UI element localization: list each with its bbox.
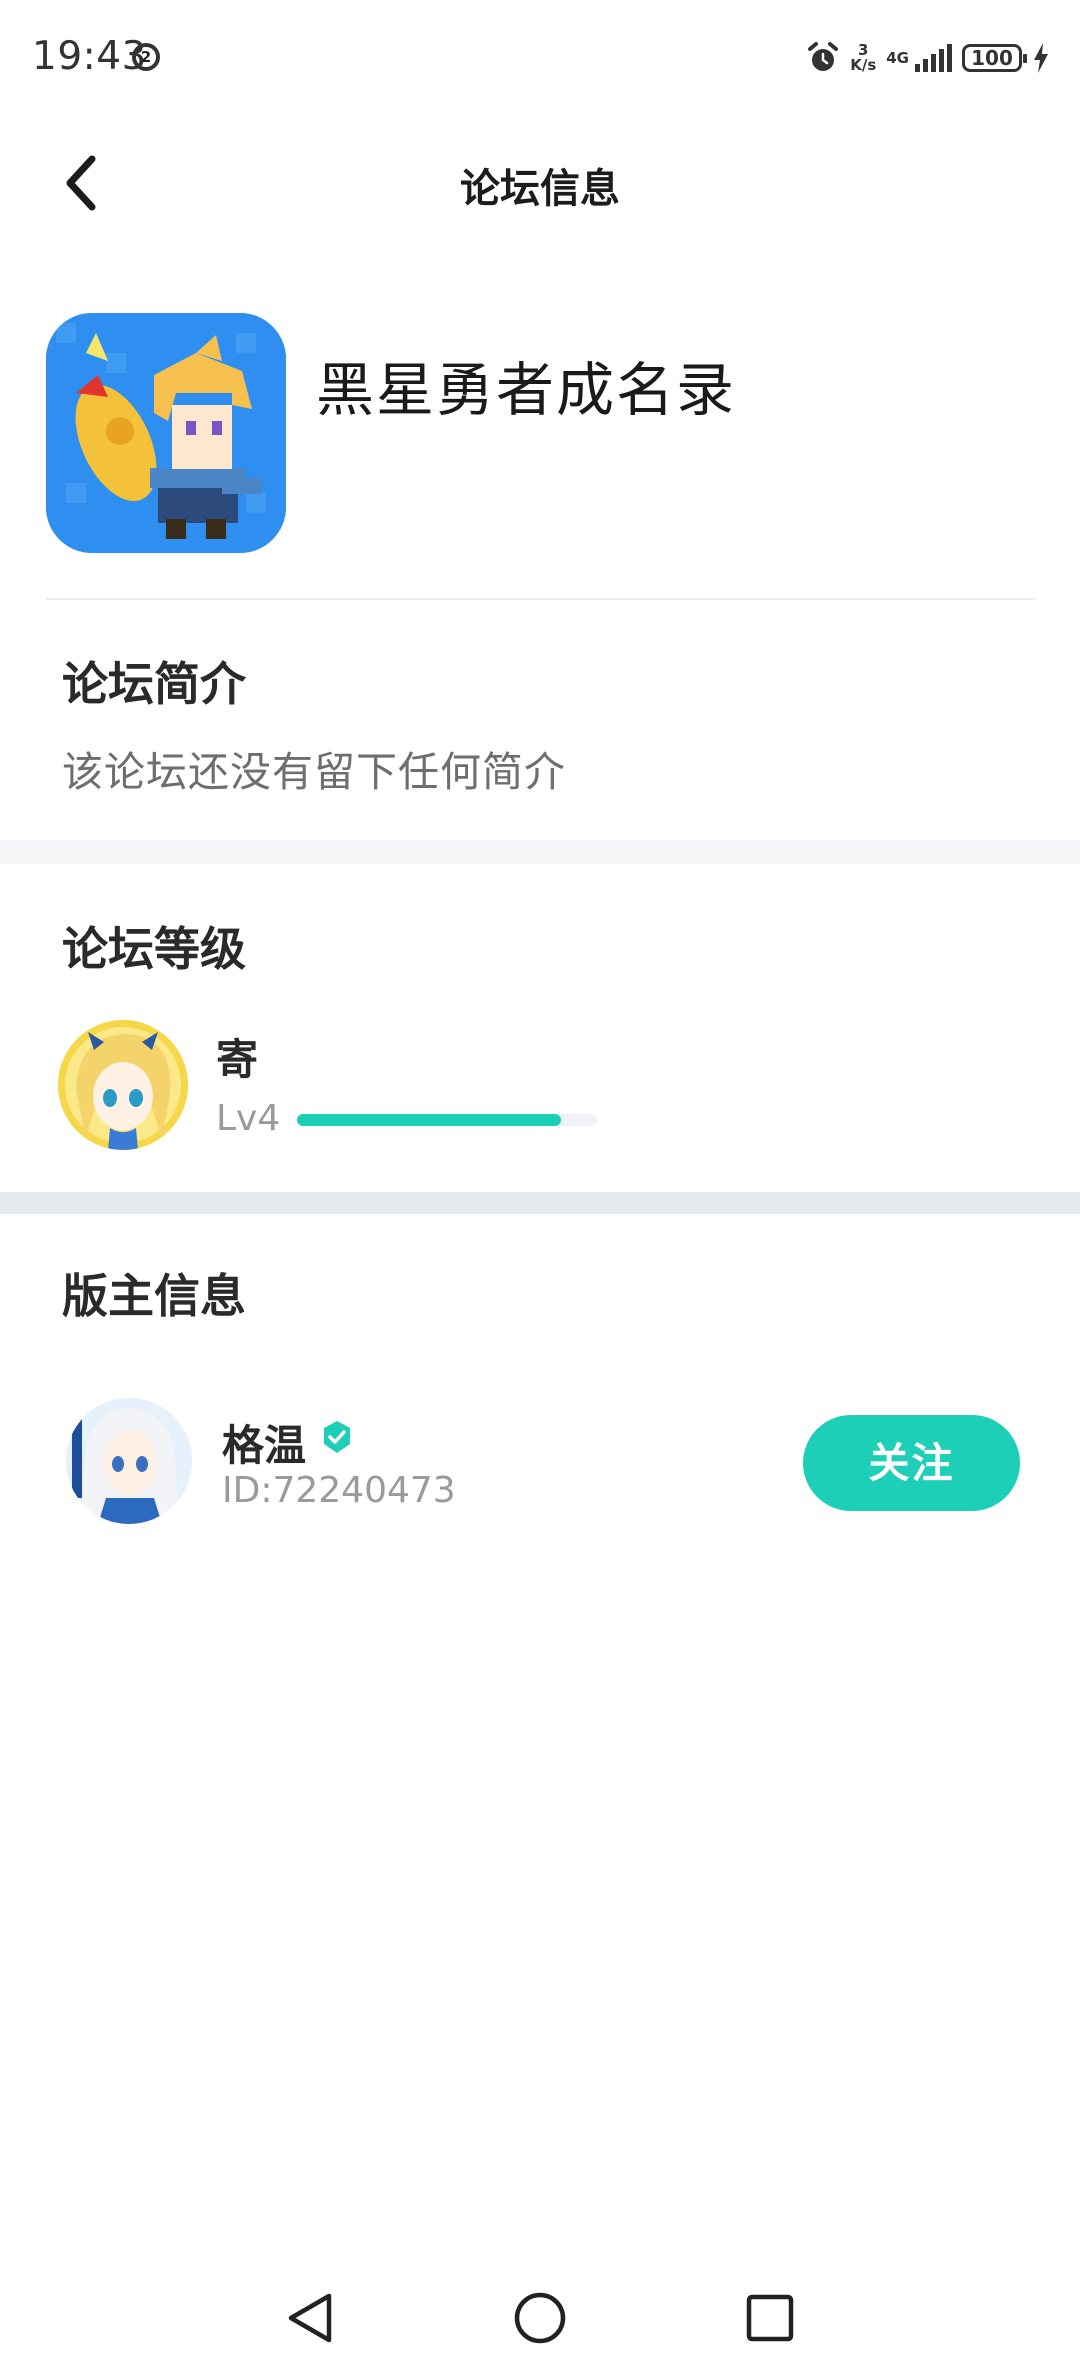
nav-bar: 论坛信息 xyxy=(0,118,1080,248)
status-bar: 19:43 2 3 K/s 4G 100 xyxy=(0,0,1080,118)
section-separator xyxy=(0,840,1080,864)
nav-recent-button[interactable] xyxy=(740,2288,800,2348)
level-label: Lv4 xyxy=(216,1098,281,1139)
user-avatar-image xyxy=(58,1020,188,1150)
network-type: 4G xyxy=(886,49,909,67)
moderator-name: 格温 xyxy=(222,1421,307,1470)
avatar[interactable] xyxy=(58,1020,188,1150)
level-user-name: 寄 xyxy=(216,1035,259,1084)
divider xyxy=(46,598,1036,600)
forum-icon xyxy=(46,313,286,553)
battery-icon: 100 xyxy=(962,44,1027,72)
nav-home-icon xyxy=(514,2292,566,2344)
level-progress-bar xyxy=(297,1114,597,1126)
system-nav-bar xyxy=(0,2260,1080,2376)
signal-icon xyxy=(915,44,952,72)
nav-back-button[interactable] xyxy=(280,2288,340,2348)
nav-home-button[interactable] xyxy=(510,2288,570,2348)
level-title: 论坛等级 xyxy=(62,922,246,976)
alarm-icon xyxy=(808,42,839,71)
status-icons: 3 K/s 4G 100 xyxy=(806,36,1050,80)
net-speed-unit: K/s xyxy=(850,56,877,74)
net-speed: 3 K/s xyxy=(850,43,876,73)
forum-game-artwork xyxy=(46,313,286,553)
moderator-avatar-image xyxy=(66,1398,192,1524)
forum-header: 黑星勇者成名录 xyxy=(46,313,1046,553)
verified-icon xyxy=(324,1421,350,1453)
moderator-id: ID:72240473 xyxy=(222,1470,456,1511)
nav-back-icon xyxy=(288,2293,332,2343)
intro-text: 该论坛还没有留下任何简介 xyxy=(62,748,566,796)
follow-button[interactable]: 关注 xyxy=(803,1415,1020,1511)
status-time: 19:43 xyxy=(32,34,147,79)
page-title: 论坛信息 xyxy=(460,166,620,212)
notification-badge-icon: 2 xyxy=(132,43,160,71)
level-progress-fill xyxy=(297,1114,561,1126)
moderator-title: 版主信息 xyxy=(62,1269,246,1323)
charging-bolt-icon xyxy=(1034,43,1048,73)
nav-recent-icon xyxy=(746,2294,794,2342)
forum-name: 黑星勇者成名录 xyxy=(316,356,737,424)
section-separator xyxy=(0,1192,1080,1214)
avatar[interactable] xyxy=(66,1398,192,1524)
intro-title: 论坛简介 xyxy=(62,657,246,711)
